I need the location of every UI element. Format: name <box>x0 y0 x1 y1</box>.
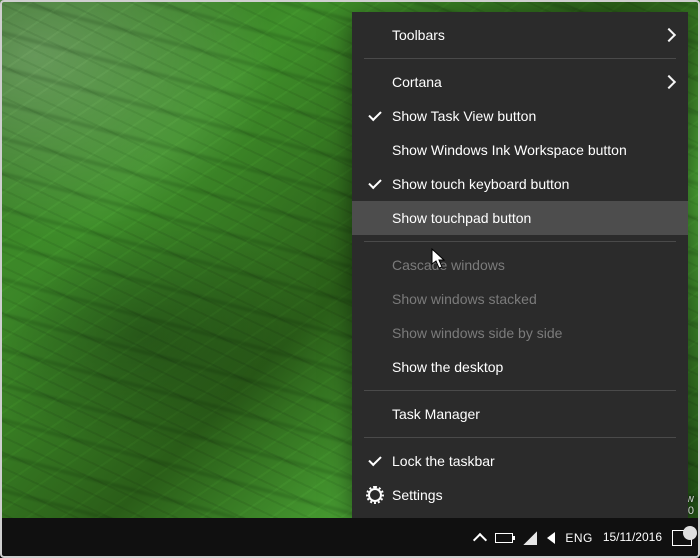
menu-item-label: Lock the taskbar <box>392 453 674 469</box>
menu-item-toolbars[interactable]: Toolbars <box>352 18 688 52</box>
menu-separator <box>364 437 676 438</box>
menu-item-label: Show windows stacked <box>392 291 674 307</box>
chevron-right-icon <box>662 75 676 89</box>
menu-item-label: Settings <box>392 487 674 503</box>
menu-item-label: Show the desktop <box>392 359 674 375</box>
menu-item-show-task-view[interactable]: Show Task View button <box>352 99 688 133</box>
tray-overflow-icon[interactable] <box>473 533 487 547</box>
menu-item-label: Toolbars <box>392 27 664 43</box>
menu-separator <box>364 390 676 391</box>
menu-item-show-side-by-side: Show windows side by side <box>352 316 688 350</box>
system-tray: ENG 15/11/2016 6 <box>475 530 692 546</box>
menu-item-label: Show touch keyboard button <box>392 176 674 192</box>
checkmark-icon <box>364 459 386 463</box>
menu-item-label: Cortana <box>392 74 664 90</box>
chevron-right-icon <box>662 28 676 42</box>
menu-item-show-ink-workspace[interactable]: Show Windows Ink Workspace button <box>352 133 688 167</box>
language-indicator[interactable]: ENG <box>565 531 593 545</box>
action-center-icon[interactable]: 6 <box>672 530 692 546</box>
menu-separator <box>364 241 676 242</box>
checkmark-icon <box>364 114 386 118</box>
menu-item-cortana[interactable]: Cortana <box>352 65 688 99</box>
checkmark-icon <box>364 182 386 186</box>
menu-item-label: Show Task View button <box>392 108 674 124</box>
menu-item-show-stacked: Show windows stacked <box>352 282 688 316</box>
menu-separator <box>364 58 676 59</box>
battery-icon[interactable] <box>495 533 513 543</box>
menu-item-show-touch-keyboard[interactable]: Show touch keyboard button <box>352 167 688 201</box>
menu-item-task-manager[interactable]: Task Manager <box>352 397 688 431</box>
volume-icon[interactable] <box>547 532 555 544</box>
menu-item-label: Show Windows Ink Workspace button <box>392 142 674 158</box>
menu-item-lock-taskbar[interactable]: Lock the taskbar <box>352 444 688 478</box>
wifi-icon[interactable] <box>523 531 537 545</box>
menu-item-show-touchpad[interactable]: Show touchpad button <box>352 201 688 235</box>
notification-count: 6 <box>689 525 695 536</box>
menu-item-label: Cascade windows <box>392 257 674 273</box>
menu-item-label: Show windows side by side <box>392 325 674 341</box>
menu-item-label: Show touchpad button <box>392 210 674 226</box>
gear-icon <box>364 488 386 502</box>
taskbar-context-menu: Toolbars Cortana Show Task View button S… <box>352 12 688 518</box>
menu-item-label: Task Manager <box>392 406 674 422</box>
menu-item-show-desktop[interactable]: Show the desktop <box>352 350 688 384</box>
taskbar-date: 15/11/2016 <box>603 531 662 544</box>
taskbar[interactable]: ENG 15/11/2016 6 <box>0 518 700 558</box>
taskbar-clock[interactable]: 15/11/2016 <box>603 531 662 544</box>
menu-item-settings[interactable]: Settings <box>352 478 688 512</box>
menu-item-cascade-windows: Cascade windows <box>352 248 688 282</box>
